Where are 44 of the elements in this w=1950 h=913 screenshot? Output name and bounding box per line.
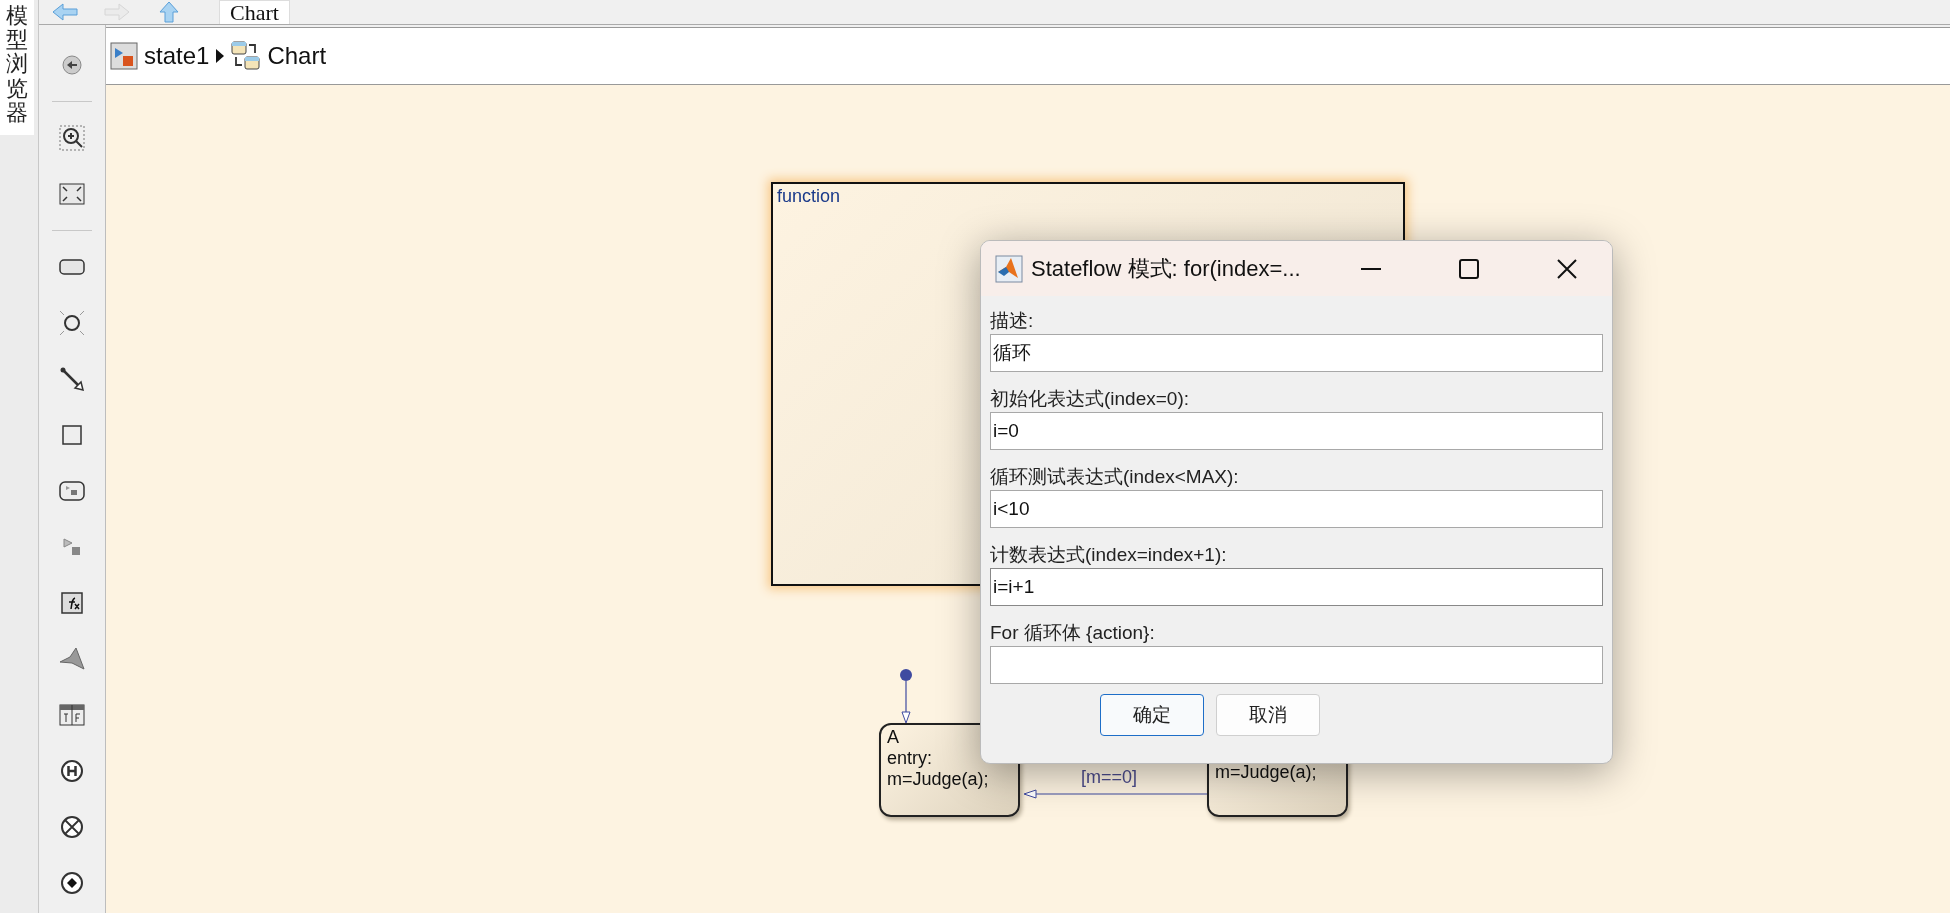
field-label: 循环测试表达式(index<MAX):	[990, 465, 1240, 489]
input-field[interactable]: 循环	[990, 334, 1603, 372]
zoom-in-icon	[58, 124, 86, 152]
field-label: For 循环体 {action}:	[990, 621, 1156, 645]
x-circle-icon	[58, 813, 86, 841]
default-transition-drawing	[899, 668, 913, 724]
left-arrow-icon	[52, 3, 78, 21]
model-icon	[110, 42, 138, 70]
arrow-icon	[58, 365, 86, 393]
dialog-title: Stateflow 模式: for(index=...	[1031, 254, 1302, 283]
chart-icon	[231, 41, 262, 71]
state-text: entry:	[887, 748, 934, 769]
right-arrow-icon	[104, 3, 130, 21]
breadcrumb-arrow-icon	[215, 48, 226, 64]
function-icon	[58, 589, 86, 617]
field-label: 描述:	[990, 309, 1035, 333]
circle-icon	[58, 309, 86, 337]
up-arrow-icon	[159, 1, 179, 23]
breadcrumb-link[interactable]: state1	[144, 42, 210, 70]
state-text: m=Judge(a);	[887, 769, 990, 790]
close-icon	[1557, 258, 1577, 279]
input-field[interactable]: i<10	[990, 490, 1603, 528]
input-field[interactable]: i=i+1	[990, 568, 1603, 606]
transition-label: [m==0]	[1081, 767, 1138, 788]
table-icon	[58, 701, 86, 729]
minimize-icon	[1361, 267, 1381, 270]
field-label: 计数表达式(index=index+1):	[990, 543, 1228, 567]
peak-shape-icon	[58, 645, 86, 673]
input-field[interactable]: i=0	[990, 412, 1603, 450]
ok-button[interactable]: 确定	[1100, 694, 1204, 736]
field-label: 初始化表达式(index=0):	[990, 387, 1191, 411]
dot-circle-icon	[58, 869, 86, 897]
input-field[interactable]	[990, 646, 1603, 684]
state-text: A	[887, 727, 900, 748]
maximize-icon	[1459, 258, 1479, 279]
cancel-button[interactable]: 取消	[1216, 694, 1320, 736]
side-tab[interactable]: 模型浏览器	[0, 0, 34, 135]
fit-to-view-icon	[58, 180, 86, 208]
editor-tab[interactable]: Chart	[219, 0, 290, 24]
function-label: function	[777, 186, 841, 207]
state-text: m=Judge(a);	[1215, 762, 1318, 783]
breadcrumb-link[interactable]: Chart	[267, 42, 327, 70]
app-logo-icon	[995, 254, 1023, 283]
h-circle-icon	[58, 757, 86, 785]
